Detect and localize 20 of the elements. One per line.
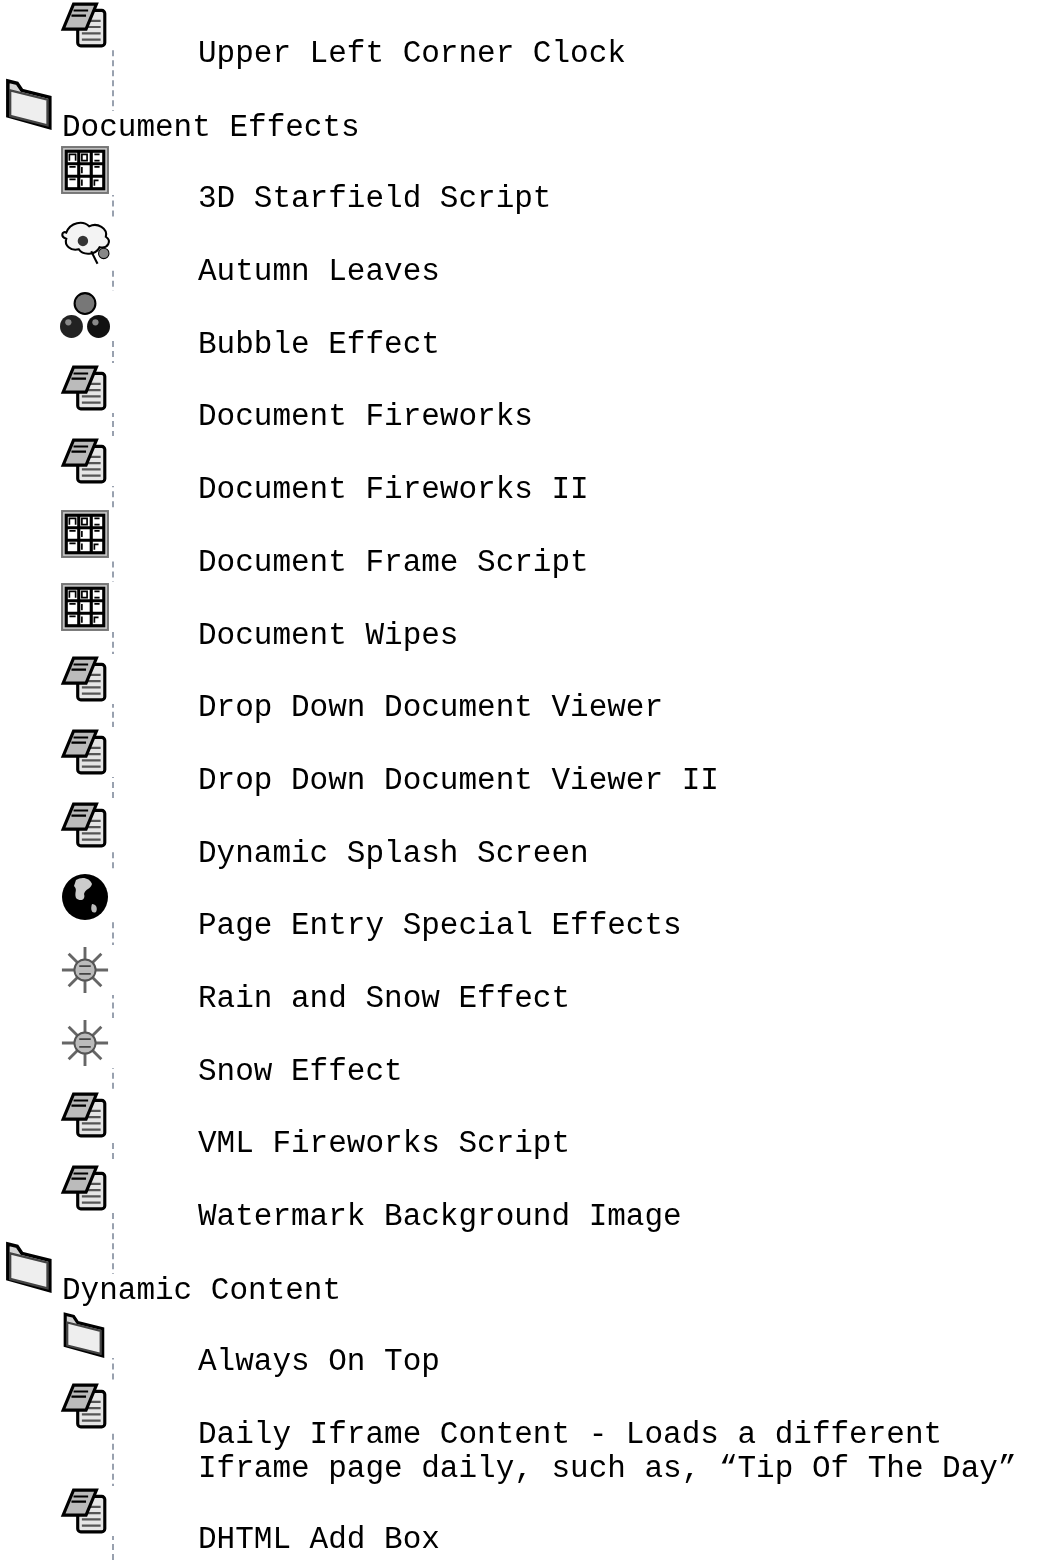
item-label[interactable]: Dynamic Splash Screen — [198, 836, 1054, 873]
folder-label[interactable]: Document Effects — [62, 110, 360, 146]
item-label[interactable]: Page Entry Special Effects — [198, 909, 1054, 945]
item-label[interactable]: Document Fireworks — [198, 400, 1054, 437]
item-label[interactable]: Bubble Effect — [198, 327, 1054, 364]
item-label[interactable]: VML Fireworks Script — [198, 1127, 1054, 1163]
item-label[interactable]: Document Wipes — [198, 618, 1054, 655]
item-label[interactable]: Snow Effect — [198, 1054, 1054, 1091]
item-label[interactable]: Upper Left Corner Clock — [198, 37, 1054, 73]
item-label[interactable]: Watermark Background Image — [198, 1200, 1054, 1236]
item-label[interactable]: Rain and Snow Effect — [198, 981, 1054, 1018]
item-label[interactable]: 3D Starfield Script — [198, 182, 1054, 219]
item-label[interactable]: Drop Down Document Viewer — [198, 691, 1054, 727]
item-label[interactable]: Drop Down Document Viewer II — [198, 763, 1054, 800]
item-label[interactable]: Document Frame Script — [198, 545, 1054, 582]
item-label[interactable]: Always On Top — [198, 1345, 1054, 1382]
item-label[interactable]: DHTML Add Box — [198, 1523, 1054, 1559]
item-label[interactable]: Document Fireworks II — [198, 473, 1054, 509]
item-label[interactable]: Autumn Leaves — [198, 255, 1054, 291]
item-label[interactable]: Daily Iframe Content - Loads a different Iframe page daily, such as, “Tip Of The Day” — [198, 1418, 1054, 1487]
